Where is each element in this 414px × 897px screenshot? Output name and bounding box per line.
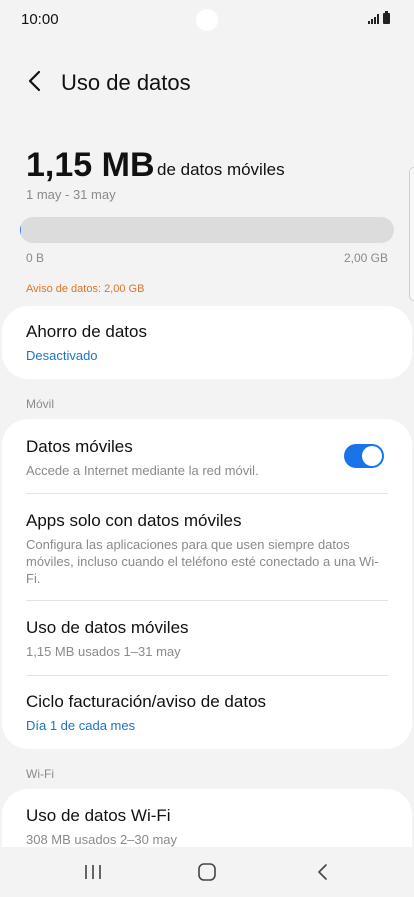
screen: 10:00 Uso de datos 1,15 MB de datos móvi… xyxy=(0,0,414,897)
mobile-only-apps-title: Apps solo con datos móviles xyxy=(26,511,242,530)
recent-apps-icon xyxy=(85,865,101,879)
scroll-indicator[interactable] xyxy=(409,167,414,301)
wifi-data-usage-title: Uso de datos Wi-Fi xyxy=(26,806,171,825)
billing-cycle-subtitle: Día 1 de cada mes xyxy=(26,718,136,733)
mobile-data-toggle[interactable] xyxy=(344,444,384,468)
usage-amount: 1,15 MB xyxy=(26,146,155,184)
mobile-data-subtitle: Accede a Internet mediante la red móvil. xyxy=(26,463,259,478)
data-saver-status: Desactivado xyxy=(26,348,98,363)
usage-bar-max: 2,00 GB xyxy=(343,251,388,265)
mobile-data-usage-item[interactable]: Uso de datos móviles 1,15 MB usados 1–31… xyxy=(26,618,388,660)
usage-progress-bar xyxy=(20,217,394,243)
chevron-left-icon xyxy=(28,70,41,92)
wifi-data-usage-item[interactable]: Uso de datos Wi-Fi 308 MB usados 2–30 ma… xyxy=(26,806,388,848)
mobile-only-apps-item[interactable]: Apps solo con datos móviles Configura la… xyxy=(26,511,388,587)
navigation-bar xyxy=(0,847,414,897)
data-saver-title: Ahorro de datos xyxy=(26,322,147,341)
page-title: Uso de datos xyxy=(61,70,191,95)
usage-suffix: de datos móviles xyxy=(157,160,285,179)
battery-icon xyxy=(383,11,390,24)
data-saver-card: Ahorro de datos Desactivado xyxy=(2,306,412,379)
data-warning-label: Aviso de datos: 2,00 GB xyxy=(26,283,145,295)
billing-cycle-item[interactable]: Ciclo facturación/aviso de datos Día 1 d… xyxy=(26,692,388,734)
mobile-data-usage-title: Uso de datos móviles xyxy=(26,618,189,637)
recents-button[interactable] xyxy=(78,859,108,885)
home-icon xyxy=(198,863,216,881)
signal-icon xyxy=(368,14,379,24)
usage-bar-min: 0 B xyxy=(26,251,45,265)
wifi-data-usage-subtitle: 308 MB usados 2–30 may xyxy=(26,832,178,847)
mobile-card: Datos móviles Accede a Internet mediante… xyxy=(2,419,412,749)
mobile-data-item[interactable]: Datos móviles Accede a Internet mediante… xyxy=(26,437,322,479)
camera-cutout xyxy=(196,9,218,31)
status-bar: 10:00 xyxy=(0,0,414,38)
billing-cycle-title: Ciclo facturación/aviso de datos xyxy=(26,692,267,711)
back-button[interactable] xyxy=(22,68,48,94)
nav-back-button[interactable] xyxy=(308,859,338,885)
mobile-data-usage-subtitle: 1,15 MB usados 1–31 may xyxy=(26,644,181,659)
section-label-wifi: Wi-Fi xyxy=(26,767,54,781)
home-button[interactable] xyxy=(192,859,222,885)
status-time: 10:00 xyxy=(21,11,59,28)
data-saver-item[interactable]: Ahorro de datos Desactivado xyxy=(26,322,388,364)
app-header: Uso de datos xyxy=(0,58,414,108)
divider xyxy=(26,600,388,601)
section-label-mobile: Móvil xyxy=(26,397,55,411)
system-icons xyxy=(368,11,390,24)
mobile-only-apps-subtitle: Configura las aplicaciones para que usen… xyxy=(26,537,379,586)
divider xyxy=(26,493,388,494)
back-icon xyxy=(318,864,327,880)
divider xyxy=(26,675,388,676)
toggle-knob xyxy=(362,446,382,466)
usage-period: 1 may - 31 may xyxy=(26,187,116,202)
mobile-data-title: Datos móviles xyxy=(26,437,133,456)
